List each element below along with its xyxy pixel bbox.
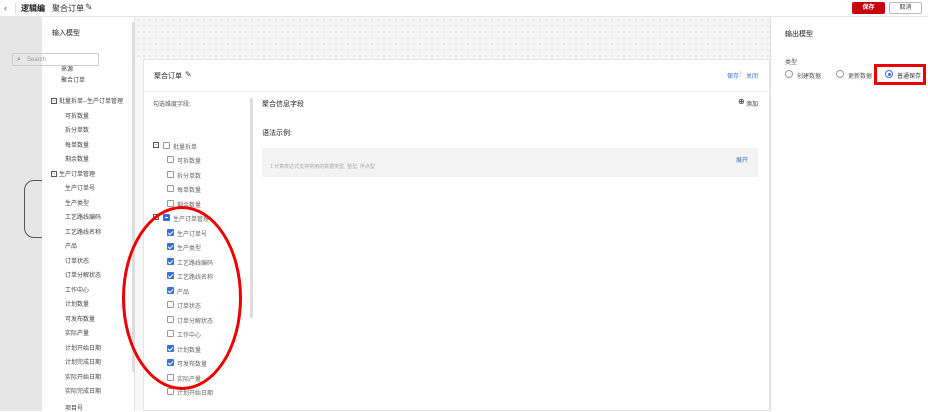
tree-item[interactable]: 实际开始日期 <box>65 372 101 381</box>
tree-item[interactable]: 计划完成日期 <box>65 357 101 366</box>
chevron-left-icon[interactable]: ‹ <box>4 3 7 13</box>
dialog-close-link[interactable]: 关闭 <box>746 71 758 80</box>
tree-item[interactable]: 剩余数量 <box>65 154 89 163</box>
field-label: 可拆数量 <box>177 159 202 165</box>
dialog-save-link[interactable]: 保存 <box>727 71 739 80</box>
field-list-title: 勾选维度字段: <box>153 102 191 108</box>
top-bar: ‹ 逻辑编 聚合订单 ✎ 保存 取消 <box>0 0 928 17</box>
tree-item[interactable]: 工作中心 <box>65 285 89 294</box>
tree-item[interactable]: 实际产量 <box>65 328 89 337</box>
cancel-button[interactable]: 取消 <box>889 2 922 14</box>
add-icon[interactable]: ⊕ <box>738 97 745 106</box>
collapse-icon[interactable]: − <box>153 142 159 148</box>
input-model-panel: 输入模型 来源 聚合订单 − 批量拆单--生产订单管理 可拆数量 拆分单数 每单数… <box>42 17 135 412</box>
aggregate-dialog: 聚合订单 ✎ 保存 | 关闭 <box>143 59 771 411</box>
tree-item[interactable]: 订单状态 <box>65 256 89 265</box>
group-label: 批量拆单 <box>173 145 198 151</box>
divider <box>15 3 16 14</box>
search-placeholder: Search <box>27 57 47 63</box>
search-icon: ⌕ <box>17 56 21 63</box>
radio-update[interactable] <box>836 70 844 78</box>
panel-title: 输出模型 <box>785 31 813 38</box>
collapse-icon[interactable]: − <box>51 98 57 105</box>
search-input[interactable]: ⌕ Search <box>12 53 99 66</box>
tree-item[interactable]: 计划数量 <box>65 299 89 308</box>
save-button[interactable]: 保存 <box>852 2 885 14</box>
annotation-ellipse <box>122 206 242 390</box>
tree-item[interactable]: 实际完成日期 <box>65 386 101 395</box>
tree-group-label: 批量拆单--生产订单管理 <box>59 99 123 105</box>
add-button[interactable]: 添加 <box>746 99 758 108</box>
breadcrumb[interactable]: 逻辑编 <box>21 3 45 14</box>
dialog-header: 聚合订单 ✎ 保存 | 关闭 <box>144 60 771 92</box>
code-line: 1 计算表达式支持常用的数据类型, 整型, 浮点型 <box>270 164 375 170</box>
canvas-grid <box>135 17 770 59</box>
tree-item[interactable]: 拆分单数 <box>65 125 89 134</box>
edit-pencil-icon[interactable]: ✎ <box>85 2 93 13</box>
field-label: 每单数量 <box>177 188 202 194</box>
tree-item[interactable]: 计划开始日期 <box>65 343 101 352</box>
tree-item[interactable]: 每单数量 <box>65 140 89 149</box>
annotation-rectangle <box>874 64 926 85</box>
tree-item[interactable]: 生产订单号 <box>65 183 95 192</box>
collapse-icon[interactable]: − <box>51 171 57 178</box>
tree-item[interactable]: 订单分解状态 <box>65 270 101 279</box>
radio-create[interactable] <box>785 70 793 78</box>
tree-item[interactable]: 可拆数量 <box>65 111 89 120</box>
tree-group-production[interactable]: − 生产订单管理 <box>51 169 95 178</box>
page-title: 聚合订单 <box>52 4 84 13</box>
dialog-title: 聚合订单 <box>154 73 182 80</box>
group-checkbox[interactable] <box>163 142 170 149</box>
tree-item[interactable]: 生产类型 <box>65 198 89 207</box>
field-checkbox[interactable] <box>167 185 174 192</box>
tree-group-batch[interactable]: − 批量拆单--生产订单管理 <box>51 96 123 105</box>
divider: | <box>740 71 742 77</box>
info-fields-title: 聚合信息字段 <box>262 101 304 108</box>
source-value: 聚合订单 <box>61 78 86 84</box>
radio-label: 创建数据 <box>797 74 822 80</box>
code-editor[interactable]: 1 计算表达式支持常用的数据类型, 整型, 浮点型 展开 <box>262 148 758 177</box>
syntax-title: 语法示例: <box>262 130 292 137</box>
panel-title: 输入模型 <box>52 30 80 37</box>
radio-label: 更新数据 <box>848 74 873 80</box>
tree-item[interactable]: 产品 <box>65 241 77 250</box>
field-list-scrollbar[interactable] <box>250 98 253 318</box>
field-checkbox[interactable] <box>167 156 174 163</box>
field-label: 拆分单数 <box>177 174 202 180</box>
flow-connector <box>24 180 42 238</box>
tree-group-label: 生产订单管理 <box>59 172 96 178</box>
field-checkbox[interactable] <box>167 171 174 178</box>
tree-item[interactable]: 工艺路线名称 <box>65 227 101 236</box>
expand-link[interactable]: 展开 <box>736 155 748 164</box>
edit-pencil-icon[interactable]: ✎ <box>185 70 192 79</box>
type-label: 类型 <box>785 60 798 66</box>
tree-item[interactable]: 工艺路线编码 <box>65 212 101 221</box>
tree-item[interactable]: 可发布数量 <box>65 314 95 323</box>
